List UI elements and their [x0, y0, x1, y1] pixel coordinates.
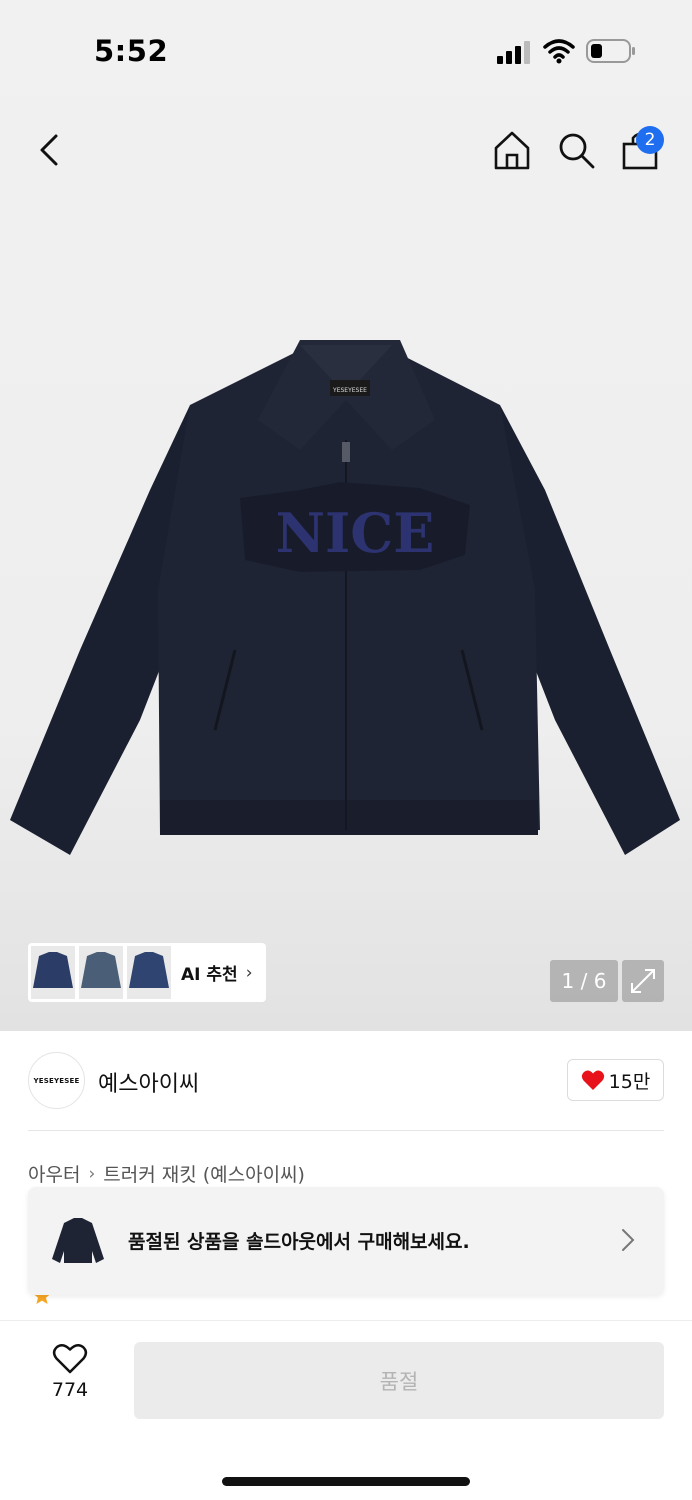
- brand-logo[interactable]: YESEYESEE: [28, 1052, 85, 1109]
- ai-thumbnail-3: [127, 946, 171, 999]
- svg-text:NICE: NICE: [276, 501, 435, 565]
- back-icon[interactable]: [30, 128, 70, 172]
- home-indicator[interactable]: [222, 1477, 470, 1486]
- ai-recommend-label: AI 추천: [181, 965, 238, 985]
- soldout-message: 품절된 상품을 솔드아웃에서 구매해보세요.: [128, 1231, 470, 1253]
- ai-thumbnail-1: [31, 946, 75, 999]
- soldout-buy-button[interactable]: 품절: [134, 1342, 664, 1419]
- wishlist-count: 774: [51, 1379, 89, 1401]
- expand-button[interactable]: [622, 960, 664, 1002]
- wishlist-button[interactable]: 774: [40, 1343, 100, 1413]
- soldout-thumbnail: [52, 1218, 104, 1263]
- product-image-gallery[interactable]: YESEYESEE NICE 5:52 2 AI 추천 › 1 / 6: [0, 0, 692, 1031]
- brand-name[interactable]: 예스아이씨: [98, 1066, 199, 1098]
- heart-filled-icon: [581, 1070, 604, 1090]
- cart-count-badge: 2: [636, 126, 664, 154]
- brand-like-button[interactable]: 15만: [567, 1059, 664, 1101]
- breadcrumb-category[interactable]: 아우터: [28, 1160, 80, 1187]
- breadcrumb-product: 트러커 재킷 (예스아이씨): [103, 1164, 305, 1186]
- soldout-banner[interactable]: 품절된 상품을 솔드아웃에서 구매해보세요.: [28, 1187, 664, 1295]
- ai-recommend-card[interactable]: AI 추천 ›: [28, 943, 266, 1002]
- home-icon[interactable]: [490, 128, 534, 172]
- product-jacket-image: YESEYESEE NICE: [10, 340, 680, 855]
- image-counter: 1 / 6: [550, 960, 618, 1002]
- brand-like-count: 15만: [608, 1070, 651, 1093]
- battery-icon: [586, 39, 635, 63]
- breadcrumb-separator-icon: ›: [88, 1163, 96, 1184]
- ai-thumbnail-2: [79, 946, 123, 999]
- chevron-right-icon: ›: [245, 962, 253, 983]
- chevron-right-icon: [622, 1229, 635, 1251]
- status-time: 5:52: [94, 34, 169, 68]
- svg-text:YESEYESEE: YESEYESEE: [332, 387, 367, 394]
- brand-logo-text: YESEYESEE: [33, 1076, 80, 1085]
- search-icon[interactable]: [554, 128, 598, 172]
- expand-icon: [631, 969, 655, 993]
- wifi-icon: [543, 39, 575, 64]
- breadcrumb: 아우터 › 트러커 재킷 (예스아이씨): [28, 1160, 305, 1187]
- cellular-signal-icon: [497, 41, 530, 64]
- heart-outline-icon: [52, 1343, 88, 1374]
- status-bar: 5:52: [0, 0, 692, 100]
- divider: [28, 1130, 664, 1131]
